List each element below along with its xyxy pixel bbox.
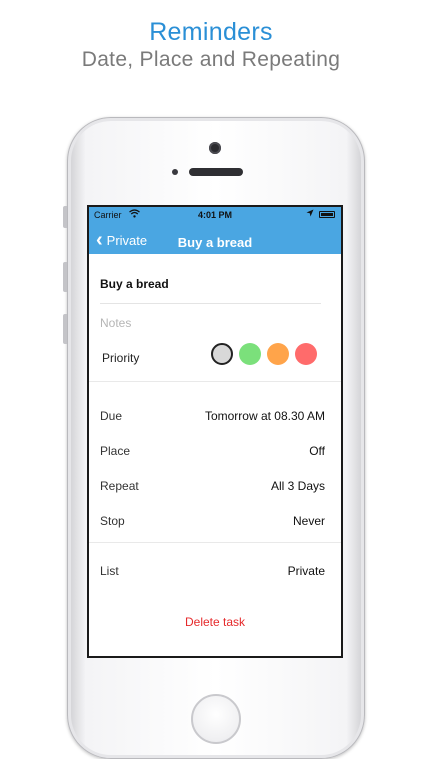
place-value: Off [309, 444, 325, 458]
list-row[interactable]: List Private [100, 564, 325, 582]
place-row[interactable]: Place Off [100, 444, 325, 462]
delete-task-button[interactable]: Delete task [89, 615, 341, 629]
proximity-sensor [172, 169, 178, 175]
stop-value: Never [292, 514, 325, 528]
section-divider [89, 381, 341, 382]
status-time: 4:01 PM [197, 210, 232, 220]
earpiece-speaker [189, 168, 243, 176]
notes-field[interactable]: Notes [100, 316, 131, 330]
due-label: Due [100, 409, 123, 423]
priority-medium-dot[interactable] [267, 343, 289, 365]
volume-down-button [63, 314, 67, 344]
repeat-value: All 3 Days [270, 479, 325, 493]
navigation-bar: Carrier 4:01 PM ‹ Private Buy a bread [89, 207, 341, 254]
due-value: Tomorrow at 08.30 AM [204, 409, 325, 423]
list-label: List [100, 564, 119, 578]
section-divider [89, 542, 341, 543]
priority-none-dot[interactable] [211, 343, 233, 365]
priority-label: Priority [102, 351, 140, 365]
phone-screen: Carrier 4:01 PM ‹ Private Buy a bread Bu… [87, 205, 343, 658]
stop-label: Stop [100, 514, 125, 528]
priority-high-dot[interactable] [295, 343, 317, 365]
location-arrow-icon [306, 209, 314, 219]
front-camera [209, 142, 221, 154]
repeat-row[interactable]: Repeat All 3 Days [100, 479, 325, 497]
repeat-label: Repeat [100, 479, 139, 493]
nav-title: Buy a bread [177, 235, 253, 250]
promo-subtitle: Date, Place and Repeating [81, 48, 341, 71]
place-label: Place [100, 444, 131, 458]
divider [100, 303, 321, 304]
promo-title: Reminders [149, 18, 273, 46]
mute-switch [63, 206, 67, 228]
app-view: Carrier 4:01 PM ‹ Private Buy a bread Bu… [89, 207, 341, 656]
stop-row[interactable]: Stop Never [100, 514, 325, 532]
phone-frame: Carrier 4:01 PM ‹ Private Buy a bread Bu… [63, 117, 365, 759]
home-button[interactable] [191, 694, 241, 744]
due-row[interactable]: Due Tomorrow at 08.30 AM [100, 409, 325, 427]
priority-low-dot[interactable] [239, 343, 261, 365]
status-bar: Carrier 4:01 PM [89, 207, 341, 223]
priority-selector [211, 343, 317, 365]
list-value: Private [287, 564, 325, 578]
volume-up-button [63, 262, 67, 292]
battery-icon [319, 211, 335, 218]
task-title[interactable]: Buy a bread [100, 277, 169, 291]
